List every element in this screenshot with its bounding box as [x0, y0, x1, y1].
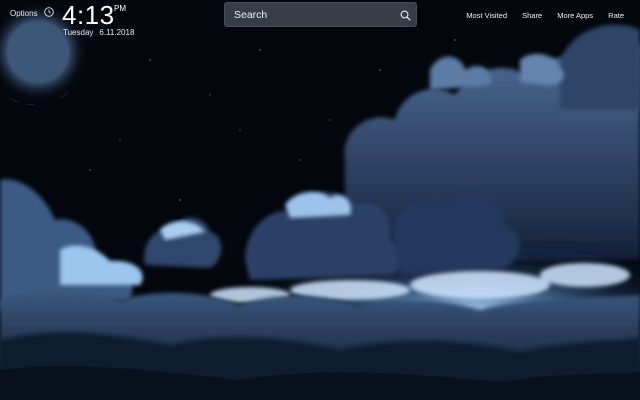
search-input[interactable]: [225, 3, 390, 26]
top-nav: Most Visited Share More Apps Rate: [453, 11, 624, 20]
date-value: 6.11.2018: [99, 28, 135, 37]
clock-time: 4:13: [62, 0, 115, 30]
top-bar: Options 4:13 PM Tuesday 6.11.2018 Most Vi…: [0, 0, 640, 40]
foreground-clouds: [0, 290, 640, 400]
clock-date: Tuesday 6.11.2018: [63, 28, 134, 37]
options-button[interactable]: Options: [10, 9, 38, 18]
wallpaper-background: [0, 0, 640, 400]
search-icon[interactable]: [400, 10, 411, 21]
nav-share[interactable]: Share: [522, 11, 542, 20]
clock-ampm: PM: [114, 4, 126, 13]
date-weekday: Tuesday: [63, 28, 94, 37]
nav-most-visited[interactable]: Most Visited: [466, 11, 507, 20]
clock-icon[interactable]: [44, 7, 54, 17]
nav-rate[interactable]: Rate: [608, 11, 624, 20]
search-box: [224, 2, 417, 27]
nav-more-apps[interactable]: More Apps: [557, 11, 593, 20]
